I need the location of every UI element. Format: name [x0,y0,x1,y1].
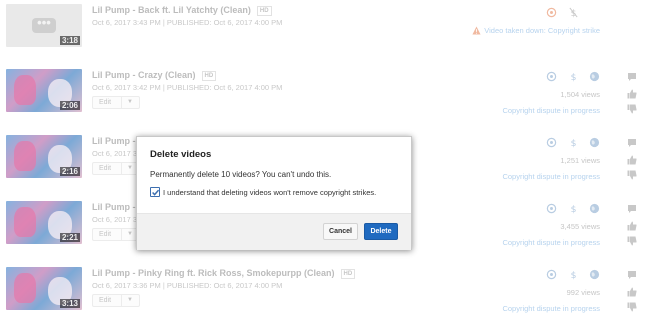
video-row: ••• 3:18 Lil Pump - Back ft. Lil Yatchty… [0,4,650,70]
takedown-status[interactable]: Video taken down: Copyright strike [484,26,600,35]
thumbs-down-icon[interactable] [626,169,638,181]
dispute-status[interactable]: Copyright dispute in progress [502,304,600,313]
svg-text:$: $ [570,204,576,214]
edit-button-label: Edit [99,165,112,172]
thumbs-up-icon[interactable] [626,88,638,100]
video-thumbnail[interactable]: 2:16 [6,135,82,178]
globe-icon[interactable] [588,268,600,280]
edit-button-label: Edit [99,99,112,106]
checkmark-icon [152,189,160,196]
globe-icon[interactable] [588,202,600,214]
view-count: 992 views [566,288,600,297]
video-duration: 3:18 [59,36,80,45]
svg-text:$: $ [570,138,576,148]
thumbs-up-icon[interactable] [626,154,638,166]
video-meta: Oct 6, 2017 3:36 PM | PUBLISHED: Oct 6, … [92,281,283,290]
monetization-icon[interactable]: $ [567,136,579,148]
video-thumbnail[interactable]: 2:06 [6,69,82,112]
hd-badge: HD [256,6,272,16]
thumbs-down-icon[interactable] [626,235,638,247]
dispute-status[interactable]: Copyright dispute in progress [502,238,600,247]
edit-button-label: Edit [99,297,112,304]
caret-down-icon: ▼ [127,165,133,171]
view-count: 3,455 views [560,222,600,231]
video-title[interactable]: Lil Pump - Crazy (Clean) [92,70,196,80]
warning-icon [472,26,481,35]
cancel-button[interactable]: Cancel [323,223,358,240]
video-duration: 2:16 [59,167,80,176]
caret-down-icon: ▼ [127,297,133,303]
video-duration: 3:13 [59,299,80,308]
video-title[interactable]: Lil Pump - Pinky Ring ft. Rick Ross, Smo… [92,268,335,278]
globe-icon[interactable] [588,70,600,82]
monetization-icon[interactable]: $ [567,202,579,214]
view-count: 1,504 views [560,90,600,99]
caret-down-icon: ▼ [127,99,133,105]
video-thumbnail[interactable]: 2:21 [6,201,82,244]
monetization-icon[interactable]: $ [567,268,579,280]
edit-dropdown[interactable]: Edit ▼ [92,162,140,175]
dialog-title: Delete videos [150,149,212,160]
video-meta: Oct 6, 2017 3:43 PM | PUBLISHED: Oct 6, … [92,18,283,27]
video-meta: Oct 6, 2017 3 [92,149,138,158]
video-meta: Oct 6, 2017 3:42 PM | PUBLISHED: Oct 6, … [92,83,283,92]
comment-icon[interactable] [626,203,638,215]
comment-icon[interactable] [626,269,638,281]
thumbs-down-icon[interactable] [626,103,638,115]
delete-videos-dialog: Delete videos Permanently delete 10 vide… [136,136,412,250]
hd-badge: HD [201,71,217,81]
monetization-icon[interactable]: $ [567,70,579,82]
edit-dropdown[interactable]: Edit ▼ [92,96,140,109]
visibility-icon[interactable] [545,70,557,82]
view-count: 1,251 views [560,156,600,165]
video-duration: 2:06 [59,101,80,110]
edit-dropdown[interactable]: Edit ▼ [92,294,140,307]
delete-button[interactable]: Delete [364,223,398,240]
confirm-checkbox-label[interactable]: I understand that deleting videos won't … [163,188,376,197]
confirm-checkbox[interactable] [150,187,160,197]
dialog-footer: Cancel Delete [137,213,411,250]
monetization-off-icon[interactable]: $ [567,6,579,18]
video-thumbnail[interactable]: 3:13 [6,267,82,310]
visibility-icon[interactable] [545,202,557,214]
edit-button-label: Edit [99,231,112,238]
svg-text:$: $ [570,72,576,82]
dispute-status[interactable]: Copyright dispute in progress [502,106,600,115]
video-row: 3:13 Lil Pump - Pinky Ring ft. Rick Ross… [0,267,650,323]
video-thumbnail[interactable]: ••• 3:18 [6,4,82,47]
edit-dropdown[interactable]: Edit ▼ [92,228,140,241]
visibility-icon[interactable] [545,268,557,280]
dispute-status[interactable]: Copyright dispute in progress [502,172,600,181]
visibility-icon[interactable] [545,136,557,148]
globe-icon[interactable] [588,136,600,148]
video-row: 2:06 Lil Pump - Crazy (Clean) HD Oct 6, 2… [0,69,650,135]
thumbs-up-icon[interactable] [626,286,638,298]
thumbs-down-icon[interactable] [626,301,638,313]
thumbs-up-icon[interactable] [626,220,638,232]
video-title[interactable]: Lil Pump - Back ft. Lil Yatchty (Clean) [92,5,251,15]
placeholder-dots-icon: ••• [32,16,56,33]
comment-icon[interactable] [626,71,638,83]
dialog-message: Permanently delete 10 videos? You can't … [150,170,332,179]
takedown-visibility-icon[interactable] [545,6,557,18]
caret-down-icon: ▼ [127,231,133,237]
video-duration: 2:21 [59,233,80,242]
svg-text:$: $ [570,270,576,280]
hd-badge: HD [340,269,356,279]
video-meta: Oct 6, 2017 3 [92,215,138,224]
comment-icon[interactable] [626,137,638,149]
